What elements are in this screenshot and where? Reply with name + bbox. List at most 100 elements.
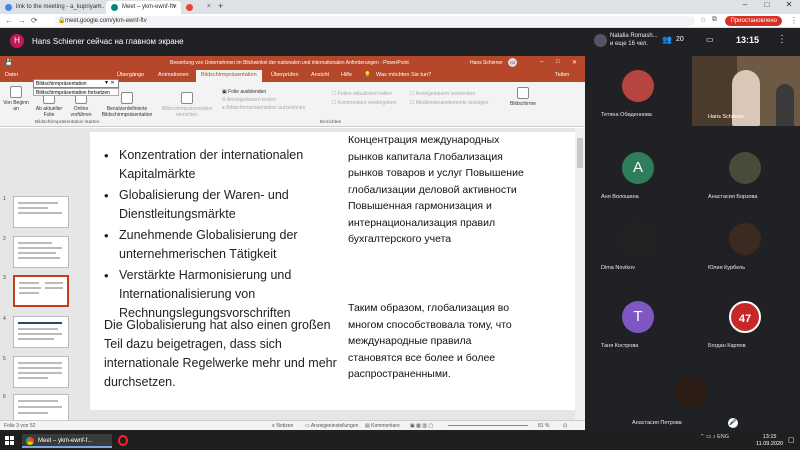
slide-thumbnail-selected[interactable] [13, 275, 69, 307]
participant-avatar: Т [622, 301, 654, 333]
slide-thumbnail[interactable] [13, 236, 69, 268]
slide-thumbnail[interactable] [13, 356, 69, 388]
close-tab-icon[interactable]: × [173, 3, 177, 10]
url-field[interactable]: 🔒 meet.google.com/ykm-ewnf-ftv [55, 16, 695, 26]
tab-ansicht[interactable]: Ansicht [311, 72, 329, 78]
rehearse-timings-button[interactable]: ⏱ Anzeigedauern testen [222, 97, 276, 103]
setup-slideshow-label: Bildschirmpräsentation einrichten [162, 106, 213, 118]
monitors-label: Bildschirme [510, 101, 536, 107]
new-tab-button[interactable]: + [218, 1, 223, 11]
browser-tab-meet[interactable]: Meet – ykm-ewnf-ftv × [106, 1, 181, 14]
ppt-status-bar: Folie 3 von 52 ≡ Notizen ▭ Anzeigeeinste… [0, 420, 585, 430]
taskbar-clock[interactable]: 13:15 11.09.2020 [756, 434, 783, 448]
browser-tab-meeting-link[interactable]: link to the meeting - a_kupriyan... × [0, 1, 106, 14]
dropdown-option[interactable]: Bildschirmpräsentation fortsetzen [33, 88, 119, 96]
presenter-avatar: H [10, 34, 24, 48]
tab-title: link to the meeting - a_kupriyan... [16, 4, 105, 10]
participants-preview[interactable]: Natalia Romash... и еще 16 чел. [610, 32, 658, 48]
participant-photo [622, 223, 654, 255]
url-text: meet.google.com/ykm-ewnf-ftv [65, 18, 147, 24]
close-window-button[interactable]: ✕ [778, 0, 800, 9]
ppt-minimize-icon[interactable]: – [540, 59, 543, 65]
record-slideshow-label: Bildschirmpräsentation aufzeichnen [226, 105, 306, 111]
forward-icon[interactable]: → [18, 16, 26, 25]
participant-tile[interactable]: Анастасия Петрова 🎤 [632, 362, 746, 430]
tell-me-search[interactable]: Was möchten Sie tun? [376, 72, 431, 78]
participant-tile[interactable]: А Аня Волошина [585, 138, 693, 206]
participant-tile[interactable]: Юлия Курбель [692, 209, 800, 277]
media-controls-checkbox[interactable]: ☐ Mediensteuerelemente anzeigen [410, 100, 488, 106]
ppt-restore-icon[interactable]: □ [556, 59, 560, 65]
participant-video-tile[interactable]: Hans Schiener [692, 56, 800, 126]
back-icon[interactable]: ← [5, 16, 13, 25]
lightbulb-icon: 💡 [364, 72, 371, 78]
recording-favicon-icon [186, 4, 193, 11]
participant-tile[interactable]: Тетяна Обиденнова [585, 56, 693, 124]
view-buttons[interactable]: ▣ ▦ ▥ ▢ [410, 423, 433, 429]
monitors-button[interactable]: Bildschirme [508, 87, 538, 107]
setup-slideshow-button[interactable]: Bildschirmpräsentation einrichten [162, 92, 213, 118]
slide-thumbnail[interactable] [13, 196, 69, 228]
share-button[interactable]: Teilen [555, 72, 569, 78]
profile-button[interactable]: Приостановлено [725, 16, 782, 26]
play-comments-checkbox[interactable]: ☐ Kommentare wiedergeben [332, 100, 397, 106]
current-slide[interactable]: Konzentration der internationalen Kapita… [90, 132, 576, 410]
close-tab-icon[interactable]: × [98, 3, 102, 10]
tab-uebergaenge[interactable]: Übergänge [117, 72, 144, 78]
close-tab-icon[interactable]: × [207, 3, 211, 10]
zoom-level: 81 % [538, 423, 550, 429]
participant-tile[interactable]: 47 Богдан Карпов [692, 287, 800, 355]
monitor-icon [517, 87, 529, 99]
star-icon[interactable]: ☆ [700, 16, 706, 24]
reload-icon[interactable]: ⟳ [31, 16, 38, 25]
notes-button[interactable]: ≡ Notizen [272, 423, 293, 429]
vertical-scrollbar[interactable] [575, 128, 585, 420]
keep-updated-checkbox[interactable]: ☐ Folien aktualisiert halten [332, 91, 392, 97]
browser-tab-recording[interactable]: × [181, 1, 215, 14]
slideshow-dropdown[interactable]: Bildschirmpräsentation ▼ ✕ [33, 79, 119, 88]
ppt-close-icon[interactable]: ✕ [572, 59, 577, 66]
slide-thumbnail[interactable] [13, 316, 69, 348]
tab-hilfe[interactable]: Hilfe [341, 72, 352, 78]
participants-preview-avatar [594, 34, 607, 47]
zoom-slider[interactable] [448, 425, 528, 426]
maximize-window-button[interactable]: □ [756, 0, 778, 9]
ppt-user-avatar[interactable]: HS [508, 58, 517, 67]
display-settings-button[interactable]: ▭ Anzeigeeinstellungen [305, 423, 358, 429]
use-timings-checkbox[interactable]: ☐ Anzeigedauern verwenden [410, 91, 475, 97]
participant-tile[interactable]: Т Таня Кострова [585, 287, 693, 355]
people-icon[interactable]: 👥 [662, 35, 672, 44]
minimize-window-button[interactable]: – [734, 0, 756, 9]
rehearse-timings-label: Anzeigedauern testen [227, 97, 276, 103]
tab-datei[interactable]: Datei [5, 72, 18, 78]
windows-start-icon[interactable] [5, 436, 15, 446]
media-controls-label: Mediensteuerelemente anzeigen [415, 100, 489, 106]
chat-icon[interactable]: ▭ [706, 35, 714, 44]
slide-canvas: Konzentration der internationalen Kapita… [78, 128, 585, 420]
fit-slide-icon[interactable]: ⊡ [563, 423, 567, 429]
save-icon[interactable]: 💾 [5, 59, 12, 66]
tab-animationen[interactable]: Animationen [158, 72, 189, 78]
thumbnail-number: 4 [3, 316, 6, 322]
scrollbar-thumb[interactable] [577, 138, 583, 168]
comments-button[interactable]: ▤ Kommentare [365, 423, 400, 429]
tab-ueberpruefen[interactable]: Überprüfen [271, 72, 299, 78]
thumbnail-number: 6 [3, 394, 6, 400]
tab-bildschirmpraesentation[interactable]: Bildschirmpräsentation [196, 70, 262, 82]
participant-tile[interactable]: Dima Novikov [585, 209, 693, 277]
language-indicator[interactable]: ENG [717, 434, 729, 440]
ppt-title-bar: 💾 Bewertung von Unternehmen im Blickwink… [0, 56, 585, 69]
hide-slide-button[interactable]: ▣ Folie ausblenden [222, 89, 266, 95]
extensions-icon[interactable]: ⧉ [712, 16, 717, 24]
participants-preview-name: Natalia Romash... [610, 33, 658, 39]
more-options-icon[interactable]: ⋮ [777, 34, 787, 45]
tray-icons[interactable]: ⌃ ▭ ♪ [700, 434, 717, 440]
browser-menu-icon[interactable]: ⋮ [790, 16, 798, 25]
from-beginning-button[interactable]: Von Beginn an [3, 86, 29, 112]
participant-tile[interactable]: Анастасия Борзова [692, 138, 800, 206]
opera-icon[interactable] [118, 435, 128, 446]
keep-updated-label: Folien aktualisiert halten [337, 91, 392, 97]
taskbar-chrome-app[interactable]: Meet – ykm-ewnf-f... [22, 434, 112, 448]
record-slideshow-button[interactable]: ● Bildschirmpräsentation aufzeichnen [222, 105, 305, 111]
notifications-icon[interactable]: ▢ [788, 436, 795, 444]
